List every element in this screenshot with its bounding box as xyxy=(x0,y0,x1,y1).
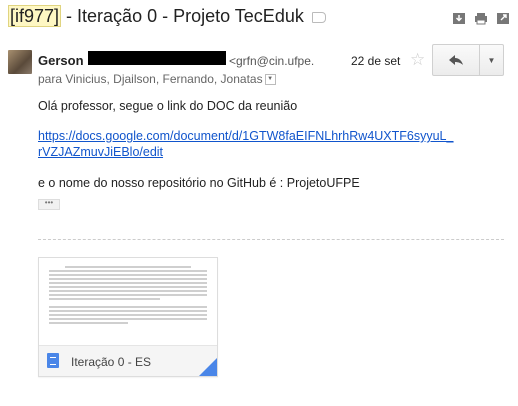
sender-avatar[interactable] xyxy=(8,50,32,74)
attachment-footer: Iteração 0 - ES xyxy=(39,345,217,376)
message-date: 22 de set xyxy=(351,54,401,68)
show-trimmed-content-button[interactable]: ••• xyxy=(38,199,60,210)
recipients-text: para Vinicius, Djailson, Fernando, Jonat… xyxy=(38,72,263,86)
doc-link[interactable]: https://docs.google.com/document/d/1GTW8… xyxy=(38,128,478,160)
more-options-button[interactable]: ▼ xyxy=(480,45,503,75)
label-tag[interactable]: [if977] xyxy=(8,5,62,27)
print-icon[interactable] xyxy=(474,12,488,25)
attachment-corner xyxy=(199,358,217,376)
sender-email: <grfn@cin.ufpe. xyxy=(229,54,315,68)
top-toolbar xyxy=(452,12,510,25)
open-in-new-window-icon[interactable] xyxy=(496,12,510,25)
recipients-line: para Vinicius, Djailson, Fernando, Jonat… xyxy=(38,72,276,86)
sender-name[interactable]: Gerson xyxy=(38,53,84,68)
attachment-name[interactable]: Iteração 0 - ES xyxy=(71,355,151,369)
chevron-down-icon: ▼ xyxy=(487,55,496,65)
attachment-thumbnail xyxy=(49,264,207,344)
redacted-block xyxy=(88,51,226,65)
reply-icon xyxy=(449,55,463,65)
greeting-text: Olá professor, segue o link do DOC da re… xyxy=(38,99,298,113)
repo-text: e o nome do nosso repositório no GitHub … xyxy=(38,176,360,190)
google-docs-icon xyxy=(47,353,59,368)
email-subject: [if977] - Iteração 0 - Projeto TecEduk xyxy=(8,5,326,27)
show-details-dropdown[interactable]: ▼ xyxy=(264,74,276,86)
attachment-card[interactable]: Iteração 0 - ES xyxy=(38,257,218,377)
doc-link-line-1[interactable]: https://docs.google.com/document/d/1GTW8… xyxy=(38,129,453,143)
divider xyxy=(38,239,504,240)
doc-link-line-2[interactable]: rVZJAZmuvJiEBlo/edit xyxy=(38,145,163,159)
reply-button[interactable] xyxy=(433,45,480,75)
subject-text: - Iteração 0 - Projeto TecEduk xyxy=(61,6,304,26)
reply-button-group: ▼ xyxy=(432,44,504,76)
star-icon[interactable]: ☆ xyxy=(410,50,425,70)
download-icon[interactable] xyxy=(452,12,466,25)
label-icon[interactable] xyxy=(311,11,326,23)
